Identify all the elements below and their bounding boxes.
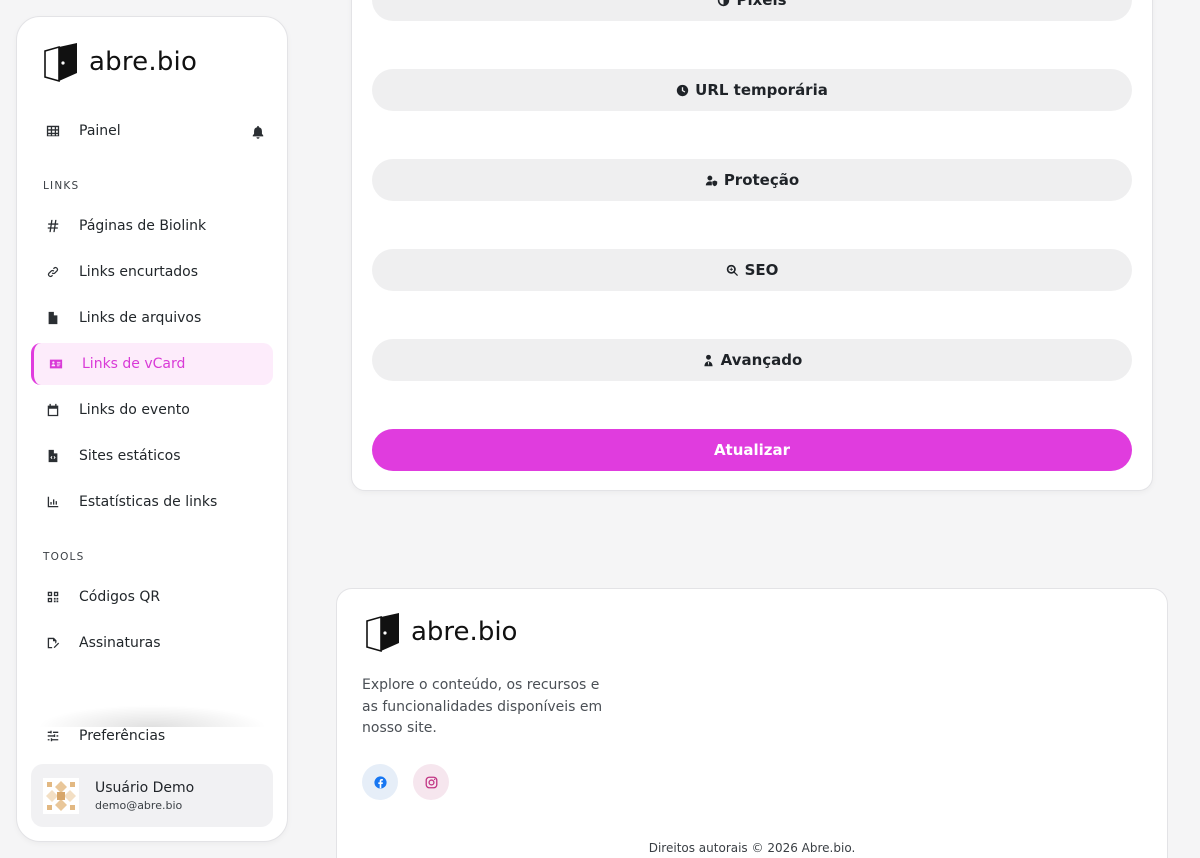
sidebar-item-label: Páginas de Biolink xyxy=(79,218,207,234)
section-toggle-advanced[interactable]: Avançado xyxy=(372,339,1132,381)
section-toggle-label: Avançado xyxy=(720,351,803,369)
id-card-icon xyxy=(46,357,66,371)
link-settings-card: Pixels URL temporária Proteção SEO Avanç… xyxy=(351,0,1153,491)
sidebar-item-label: Painel xyxy=(79,123,121,139)
calendar-icon xyxy=(43,403,63,417)
footer-description: Explore o conteúdo, os recursos e as fun… xyxy=(362,677,603,736)
sidebar-item-signatures[interactable]: Assinaturas xyxy=(31,622,273,664)
update-button[interactable]: Atualizar xyxy=(372,429,1132,471)
sidebar-item-label: Códigos QR xyxy=(79,589,161,605)
sidebar-item-static-sites[interactable]: Sites estáticos xyxy=(31,435,273,477)
user-email: demo@abre.bio xyxy=(95,798,183,812)
user-tie-icon xyxy=(704,354,713,366)
section-toggle-label: URL temporária xyxy=(695,81,828,99)
bell-icon[interactable] xyxy=(251,124,265,139)
signature-icon xyxy=(43,636,63,650)
table-icon xyxy=(43,124,63,138)
sidebar-item-label: Links de vCard xyxy=(82,356,186,372)
section-toggle-temporary-url[interactable]: URL temporária xyxy=(372,69,1132,111)
door-logo-icon xyxy=(44,43,77,83)
sidebar: abre.bio Painel LINKS Páginas de Biolink… xyxy=(16,16,288,842)
section-toggle-label: SEO xyxy=(744,261,779,279)
sidebar-item-label: Assinaturas xyxy=(79,635,161,651)
sidebar-item-label: Preferências xyxy=(79,728,166,744)
user-shield-icon xyxy=(705,175,717,186)
qrcode-icon xyxy=(43,590,63,604)
user-card[interactable]: Usuário Demo demo@abre.bio xyxy=(31,764,273,827)
file-code-icon xyxy=(43,449,63,463)
adjust-icon xyxy=(718,0,730,6)
file-icon xyxy=(43,311,63,325)
section-toggle-seo[interactable]: SEO xyxy=(372,249,1132,291)
copyright: Direitos autorais © 2026 Abre.bio. xyxy=(648,841,856,855)
sidebar-item-label: Links do evento xyxy=(79,402,190,418)
section-label-links: LINKS xyxy=(43,180,80,192)
footer-brand-name: abre.bio xyxy=(411,617,518,647)
facebook-link[interactable] xyxy=(362,764,398,800)
section-toggle-protection[interactable]: Proteção xyxy=(372,159,1132,201)
brand-name: abre.bio xyxy=(89,47,198,77)
instagram-link[interactable] xyxy=(413,764,449,800)
sidebar-item-preferences[interactable]: Preferências xyxy=(31,715,273,757)
user-name: Usuário Demo xyxy=(95,779,195,796)
search-icon xyxy=(726,264,738,276)
door-logo-icon xyxy=(366,613,399,653)
sidebar-item-qr-codes[interactable]: Códigos QR xyxy=(31,576,273,618)
sidebar-item-dashboard[interactable]: Painel xyxy=(31,110,273,152)
footer: abre.bio Explore o conteúdo, os recursos… xyxy=(336,588,1168,858)
sidebar-item-event-links[interactable]: Links do evento xyxy=(31,389,273,431)
clock-icon xyxy=(676,84,689,96)
instagram-icon xyxy=(425,776,437,788)
footer-logo[interactable]: abre.bio xyxy=(361,611,517,653)
facebook-icon xyxy=(373,775,387,789)
brand-logo[interactable]: abre.bio xyxy=(39,41,197,83)
sidebar-item-short-links[interactable]: Links encurtados xyxy=(31,251,273,293)
section-toggle-label: Proteção xyxy=(723,171,800,189)
sidebar-item-file-links[interactable]: Links de arquivos xyxy=(31,297,273,339)
hash-icon xyxy=(43,219,63,233)
link-icon xyxy=(43,265,63,279)
section-toggle-pixels[interactable]: Pixels xyxy=(372,0,1132,21)
sidebar-item-label: Links encurtados xyxy=(79,264,199,280)
sidebar-item-link-stats[interactable]: Estatísticas de links xyxy=(31,481,273,523)
section-toggle-label: Pixels xyxy=(736,0,787,9)
chart-icon xyxy=(43,495,63,509)
sidebar-item-label: Estatísticas de links xyxy=(79,494,218,510)
sliders-icon xyxy=(43,729,63,743)
sidebar-item-label: Sites estáticos xyxy=(79,448,181,464)
section-label-tools: TOOLS xyxy=(43,551,85,563)
sidebar-item-label: Links de arquivos xyxy=(79,310,202,326)
avatar xyxy=(43,777,79,814)
sidebar-item-biolink-pages[interactable]: Páginas de Biolink xyxy=(31,205,273,247)
sidebar-item-vcard-links[interactable]: Links de vCard xyxy=(31,343,273,385)
